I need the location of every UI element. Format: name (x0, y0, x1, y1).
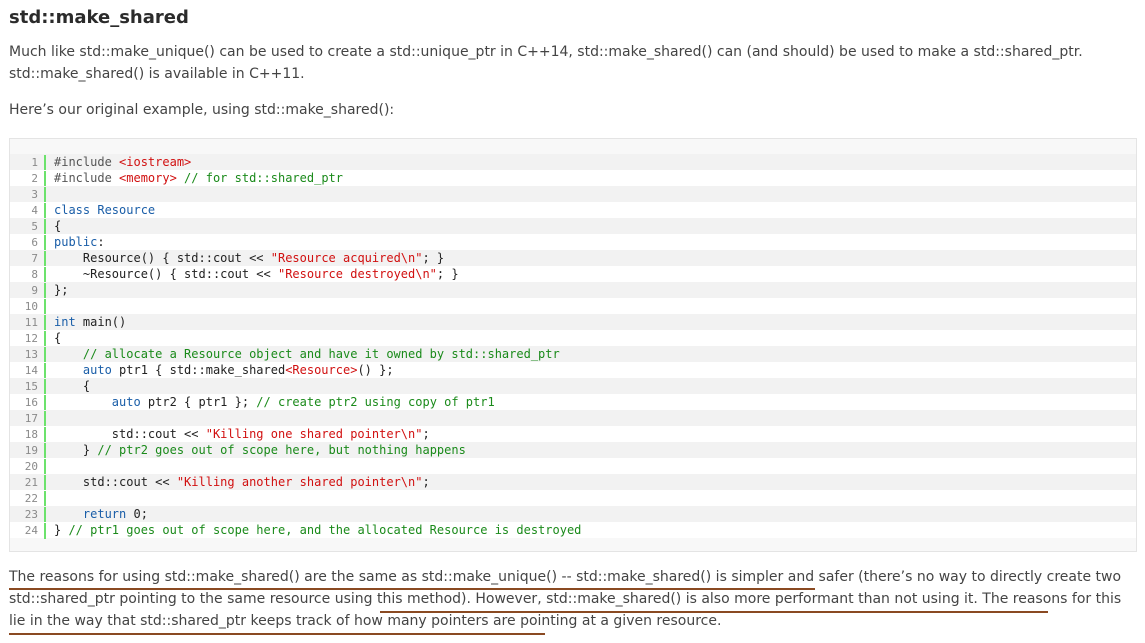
line-number: 13 (10, 347, 46, 363)
line-number: 1 (10, 155, 46, 171)
code-line: 17 (10, 410, 1136, 427)
code-token: public (54, 235, 98, 249)
code-line: 12 { (10, 330, 1136, 347)
section-heading: std::make_shared (9, 7, 189, 28)
code-token: } (54, 443, 98, 457)
line-number: 10 (10, 299, 46, 315)
code-token: std::cout << (54, 427, 206, 441)
line-number: 20 (10, 459, 46, 475)
code-token: int (54, 315, 76, 329)
code-token: : (97, 235, 105, 249)
code-line: 13 // allocate a Resource object and hav… (10, 346, 1136, 363)
code-token: ; (422, 427, 430, 441)
code-line: 18 std::cout << "Killing one shared poin… (10, 426, 1136, 443)
code-line: 1 #include <iostream> (10, 154, 1136, 171)
line-number: 11 (10, 315, 46, 331)
code-line: 6 public: (10, 234, 1136, 251)
line-number: 4 (10, 203, 46, 219)
code-token: class Resource (54, 203, 156, 217)
code-token: ; (422, 475, 430, 489)
lead-paragraph: Here’s our original example, using std::… (9, 102, 395, 118)
code-line: 8 ~Resource() { std::cout << "Resource d… (10, 266, 1136, 283)
code-block[interactable]: 1 #include <iostream> 2 #include <memory> /… (9, 138, 1137, 552)
code-lines: 1 #include <iostream> 2 #include <memory> /… (10, 154, 1136, 539)
code-line: 24} // ptr1 goes out of scope here, and … (10, 522, 1136, 539)
line-number: 24 (10, 523, 46, 539)
code-line: 14 auto ptr1 { std::make_shared<Resource… (10, 362, 1136, 379)
line-number: 23 (10, 507, 46, 523)
code-line: 23 return 0; (10, 506, 1136, 523)
code-line: 2 #include <memory> // for std::shared_pt… (10, 170, 1136, 187)
code-token: }; (54, 283, 69, 297)
code-line: 11 int main() (10, 314, 1136, 331)
line-number: 7 (10, 251, 46, 267)
code-token: "Killing another shared pointer\n" (176, 475, 423, 489)
code-token: // ptr1 goes out of scope here, and the … (68, 523, 582, 537)
code-line: 20 (10, 458, 1136, 475)
code-line: 4 class Resource (10, 202, 1136, 219)
code-line: 16 auto ptr2 { ptr1 }; // create ptr2 us… (10, 394, 1136, 411)
line-number: 9 (10, 283, 46, 299)
code-line: 15 { (10, 378, 1136, 395)
code-line: 19 } // ptr2 goes out of scope here, but… (10, 442, 1136, 459)
code-token: { (54, 331, 62, 345)
line-number: 6 (10, 235, 46, 251)
handdrawn-underline-3 (9, 633, 545, 635)
code-line: 3 (10, 186, 1136, 203)
code-token: // create ptr2 using copy of ptr1 (256, 395, 495, 409)
code-token: () }; (357, 363, 394, 377)
code-line: 22 (10, 490, 1136, 507)
code-token: <memory> (119, 171, 177, 185)
line-number: 21 (10, 475, 46, 491)
line-number: 15 (10, 379, 46, 395)
code-token: // ptr2 goes out of scope here, but noth… (97, 443, 466, 457)
code-token: <Resource> (285, 363, 358, 377)
code-line: 21 std::cout << "Killing another shared … (10, 474, 1136, 491)
closing-paragraph: The reasons for using std::make_shared()… (9, 569, 1122, 629)
intro-paragraph: Much like std::make_unique() can be used… (9, 44, 1083, 82)
code-token: ptr1 { std::make_shared (111, 363, 286, 377)
code-token: 0; (126, 507, 148, 521)
line-number: 12 (10, 331, 46, 347)
code-line: 5{ (10, 218, 1136, 235)
code-token: ; } (422, 251, 445, 265)
code-line: 9}; (10, 282, 1136, 299)
code-token: // for std::shared_ptr (176, 171, 343, 185)
code-token: #include (54, 155, 120, 169)
code-token: ptr2 { ptr1 }; (140, 395, 257, 409)
code-token: ~Resource() { std::cout << (54, 267, 278, 281)
code-token: auto (54, 395, 141, 409)
code-token: { (54, 219, 62, 233)
line-number: 16 (10, 395, 46, 411)
code-token: #include (54, 171, 120, 185)
line-number: 2 (10, 171, 46, 187)
code-token: <iostream> (119, 155, 192, 169)
code-token: ; } (436, 267, 459, 281)
line-number: 5 (10, 219, 46, 235)
code-token: main() (75, 315, 127, 329)
line-number: 22 (10, 491, 46, 507)
code-token: } (54, 523, 69, 537)
code-token: Resource() { std::cout << (54, 251, 271, 265)
code-line: 10 (10, 298, 1136, 315)
code-token: std::cout << (54, 475, 177, 489)
code-token: "Resource destroyed\n" (277, 267, 437, 281)
code-token: // allocate a Resource object and have i… (54, 347, 560, 361)
code-token: "Killing one shared pointer\n" (205, 427, 423, 441)
line-number: 8 (10, 267, 46, 283)
code-token: { (54, 379, 91, 393)
code-line: 7 Resource() { std::cout << "Resource ac… (10, 250, 1136, 267)
handdrawn-underline-1 (9, 588, 815, 590)
line-number: 19 (10, 443, 46, 459)
line-number: 17 (10, 411, 46, 427)
code-token: return (54, 507, 127, 521)
line-number: 14 (10, 363, 46, 379)
line-number: 18 (10, 427, 46, 443)
line-number: 3 (10, 187, 46, 203)
code-token: auto (54, 363, 112, 377)
handdrawn-underline-2 (380, 611, 1048, 613)
code-token: "Resource acquired\n" (270, 251, 423, 265)
